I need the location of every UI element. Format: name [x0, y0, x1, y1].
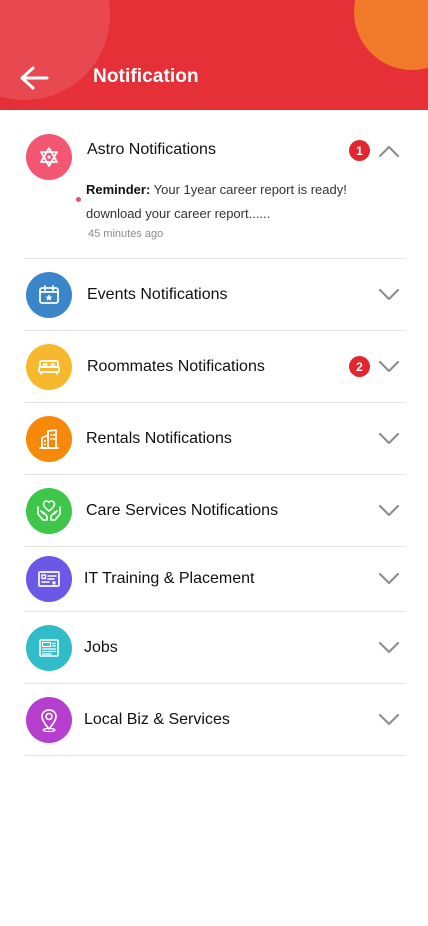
astro-category-icon: [26, 134, 72, 180]
chevron-down-icon[interactable]: [378, 288, 400, 302]
category-label: Astro Notifications: [87, 141, 216, 158]
jobs-category-icon: [26, 624, 72, 671]
notification-prefix: Reminder:: [86, 182, 151, 197]
chevron-down-icon[interactable]: [378, 360, 400, 374]
category-label: Events Notifications: [87, 285, 228, 303]
category-rentals: Rentals Notifications: [24, 403, 406, 475]
arrow-left-icon: [20, 66, 49, 90]
category-label: Care Services Notifications: [86, 501, 279, 519]
star-of-david-icon: [40, 147, 58, 167]
local-biz-category-icon: [26, 696, 72, 743]
category-label: Rentals Notifications: [86, 429, 232, 447]
chevron-down-icon[interactable]: [378, 713, 400, 727]
back-button[interactable]: [18, 64, 50, 92]
category-header-local-biz[interactable]: Local Biz & Services: [24, 684, 406, 755]
app-header: Notification: [0, 0, 428, 110]
chevron-down-icon[interactable]: [378, 641, 400, 655]
category-header-roommates[interactable]: Roommates Notifications 2: [24, 331, 406, 402]
notification-category-list: Astro Notifications 1 Reminder: Your 1ye…: [24, 110, 406, 756]
category-care-services: Care Services Notifications: [24, 475, 406, 547]
roommates-category-icon: [26, 343, 72, 390]
location-pin-icon: [41, 708, 57, 732]
header-decoration-circle-orange: [354, 0, 428, 70]
category-label: Local Biz & Services: [84, 710, 230, 728]
category-header-events[interactable]: Events Notifications: [24, 259, 406, 330]
chevron-down-icon[interactable]: [378, 432, 400, 446]
certificate-icon: [38, 571, 60, 587]
unread-count-badge: 2: [349, 356, 370, 377]
caring-hands-heart-icon: [37, 499, 61, 521]
category-events: Events Notifications: [24, 259, 406, 331]
chevron-down-icon[interactable]: [378, 572, 400, 586]
unread-count-badge: 1: [349, 140, 370, 161]
category-header-jobs[interactable]: Jobs: [24, 612, 406, 683]
page-title: Notification: [93, 66, 199, 87]
category-local-biz: Local Biz & Services: [24, 684, 406, 756]
unread-dot: [76, 197, 81, 202]
category-header-care-services[interactable]: Care Services Notifications: [24, 475, 406, 546]
chevron-up-icon[interactable]: [378, 144, 400, 158]
category-label: IT Training & Placement: [84, 570, 255, 587]
notification-message: Reminder: Your 1year career report is re…: [86, 178, 406, 226]
notification-timestamp: 45 minutes ago: [88, 228, 164, 240]
category-header-it-training[interactable]: IT Training & Placement: [24, 547, 406, 611]
category-jobs: Jobs: [24, 612, 406, 684]
rentals-category-icon: [26, 415, 72, 462]
chevron-down-icon[interactable]: [378, 504, 400, 518]
category-roommates: Roommates Notifications 2: [24, 331, 406, 403]
events-category-icon: [26, 271, 72, 318]
it-training-category-icon: [26, 556, 72, 602]
bed-icon: [38, 359, 60, 375]
notification-item[interactable]: Reminder: Your 1year career report is re…: [24, 182, 406, 258]
category-label: Jobs: [84, 638, 118, 656]
care-services-category-icon: [26, 487, 72, 534]
jobs-newspaper-icon: [39, 638, 59, 657]
calendar-star-icon: [39, 284, 59, 304]
category-label: Roommates Notifications: [87, 357, 265, 375]
category-it-training: IT Training & Placement: [24, 547, 406, 612]
category-astro: Astro Notifications 1 Reminder: Your 1ye…: [24, 110, 406, 259]
category-header-rentals[interactable]: Rentals Notifications: [24, 403, 406, 474]
building-icon: [39, 428, 59, 449]
